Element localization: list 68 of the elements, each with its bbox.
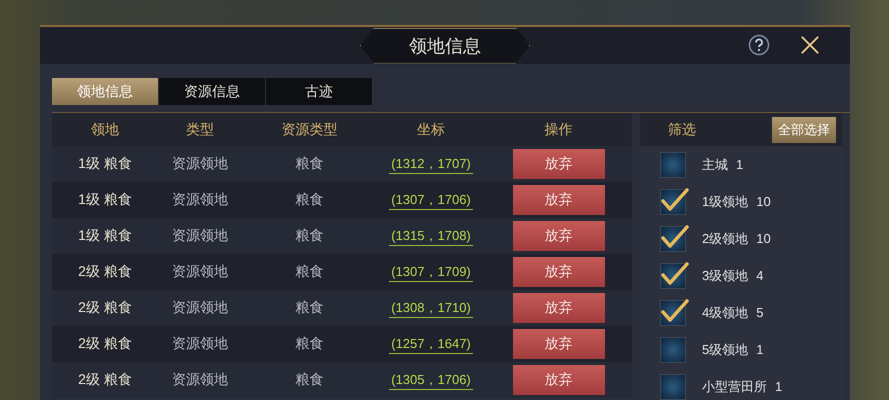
abandon-button[interactable]: 放弃 — [512, 365, 604, 395]
checkbox[interactable] — [660, 374, 686, 400]
coordinate-link[interactable]: (1257，1647) — [389, 334, 473, 354]
filter-label: 5级领地 — [702, 340, 748, 358]
coordinate-link[interactable]: (1305，1706) — [389, 370, 473, 390]
coordinate-link[interactable]: (1308，1710) — [389, 298, 473, 318]
filter-count: 5 — [756, 305, 764, 320]
column-header: 资源类型 — [280, 120, 338, 138]
filter-count: 1 — [775, 379, 782, 394]
filter-count: 1 — [736, 157, 744, 172]
checkbox[interactable] — [660, 188, 686, 214]
filter-label: 4级领地 — [702, 304, 748, 322]
table-cell-text: 资源领地 — [171, 191, 229, 209]
help-icon[interactable] — [748, 34, 770, 56]
abandon-button[interactable]: 放弃 — [512, 185, 604, 215]
table-cell-text: 1级 粮食 — [77, 191, 133, 209]
abandon-button[interactable]: 放弃 — [512, 149, 604, 179]
column-header: 坐标 — [416, 120, 446, 138]
abandon-button[interactable]: 放弃 — [512, 293, 604, 323]
filter-label: 2级领地 — [702, 230, 748, 248]
checkbox[interactable] — [660, 262, 686, 288]
coordinate-link[interactable]: (1315，1708) — [389, 226, 473, 246]
filter-count: 10 — [756, 231, 771, 246]
table-cell-text: 粮食 — [294, 299, 324, 317]
table-cell-text: 资源领地 — [171, 335, 229, 353]
tab[interactable]: 古迹 — [266, 78, 373, 105]
filter-count: 1 — [756, 342, 764, 357]
abandon-button[interactable]: 放弃 — [512, 257, 604, 287]
table-cell-text: 粮食 — [294, 263, 324, 281]
table-cell-text: 粮食 — [294, 155, 324, 173]
table-cell-text: 1级 粮食 — [77, 227, 133, 245]
table-cell-text: 粮食 — [294, 335, 324, 353]
column-header: 类型 — [185, 120, 215, 138]
table-cell-text: 2级 粮食 — [77, 263, 133, 281]
coordinate-link[interactable]: (1312，1707) — [389, 154, 473, 174]
close-icon[interactable] — [800, 35, 820, 55]
table-cell-text: 资源领地 — [171, 299, 229, 317]
select-all-button[interactable]: 全部选择 — [772, 116, 836, 142]
filter-title: 筛选 — [668, 120, 696, 138]
table-cell-text: 资源领地 — [171, 371, 229, 389]
column-header: 领地 — [90, 120, 120, 138]
checkbox[interactable] — [660, 226, 686, 252]
table-cell-text: 粮食 — [294, 191, 324, 209]
window-title: 领地信息 — [360, 28, 530, 64]
table-cell-text: 资源领地 — [171, 155, 229, 173]
coordinate-link[interactable]: (1307，1706) — [389, 190, 473, 210]
table-cell-text: 粮食 — [294, 371, 324, 389]
column-header: 操作 — [544, 120, 574, 138]
checkbox[interactable] — [660, 300, 686, 326]
filter-count: 10 — [756, 194, 771, 209]
filter-label: 主城 — [702, 156, 728, 174]
table-cell-text: 2级 粮食 — [77, 335, 133, 353]
tab[interactable]: 资源信息 — [159, 78, 266, 105]
filter-count: 4 — [756, 268, 764, 283]
abandon-button[interactable]: 放弃 — [512, 329, 604, 359]
table-cell-text: 1级 粮食 — [77, 155, 133, 173]
table-cell-text: 资源领地 — [171, 227, 229, 245]
table-cell-text: 2级 粮食 — [77, 371, 133, 389]
table-cell-text: 2级 粮食 — [77, 299, 133, 317]
coordinate-link[interactable]: (1307，1709) — [389, 262, 473, 282]
abandon-button[interactable]: 放弃 — [512, 221, 604, 251]
checkbox[interactable] — [660, 152, 686, 178]
table-cell-text: 粮食 — [294, 227, 324, 245]
table-cell-text: 资源领地 — [171, 263, 229, 281]
filter-label: 1级领地 — [702, 192, 748, 210]
checkbox[interactable] — [660, 336, 686, 362]
filter-label: 小型营田所 — [702, 378, 767, 396]
filter-label: 3级领地 — [702, 266, 748, 284]
